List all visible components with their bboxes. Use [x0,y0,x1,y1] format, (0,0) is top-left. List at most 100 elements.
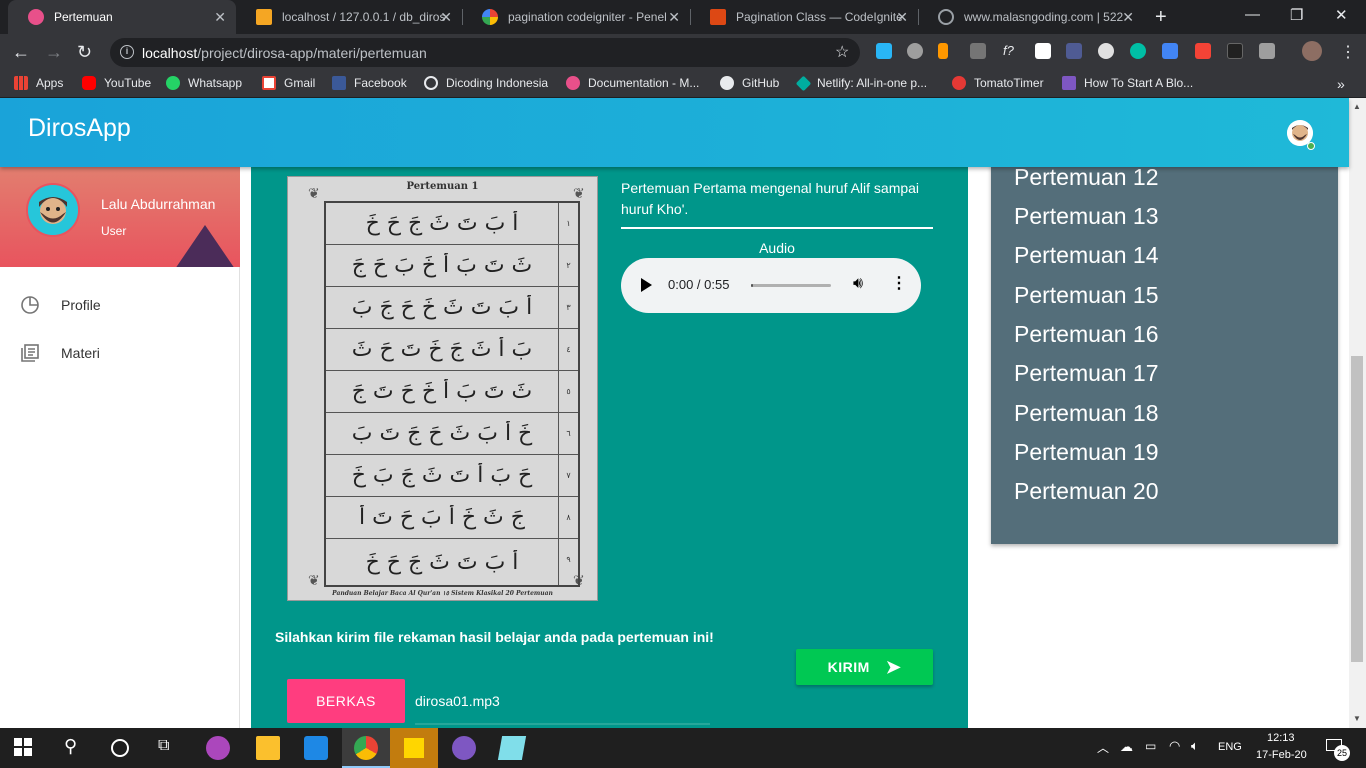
php-extension-icon[interactable] [1066,43,1082,59]
translate-extension-icon[interactable] [1162,43,1178,59]
tomato-icon [952,76,966,90]
play-icon[interactable] [641,278,652,292]
bookmark-apps[interactable]: Apps [14,76,63,90]
wifi-icon[interactable]: ◠ [1169,738,1180,754]
file-path-input[interactable]: dirosa01.mp3 [415,693,500,709]
restore-button[interactable]: ❐ [1290,6,1303,24]
bookmark-facebook[interactable]: Facebook [332,76,407,90]
close-tab-icon[interactable]: ✕ [896,9,908,26]
bookmark-dicoding[interactable]: Dicoding Indonesia [424,76,548,90]
meeting-link-12[interactable]: Pertemuan 12 [1014,164,1158,191]
settings-extension-icon[interactable] [907,43,923,59]
speaker-icon[interactable]: 🔈︎ [1191,738,1199,754]
extension-icon[interactable] [938,43,948,59]
extension-icon[interactable] [1195,43,1211,59]
tab-codeigniter[interactable]: Pagination Class — CodeIgnite ✕ [690,0,918,34]
vscode-icon[interactable] [304,736,328,760]
clock-time[interactable]: 12:13 [1267,732,1295,744]
file-select-button[interactable]: BERKAS [287,679,405,723]
dicoding-icon [424,76,438,90]
bookmark-tomatotimer[interactable]: TomatoTimer [952,76,1044,90]
meeting-link-14[interactable]: Pertemuan 14 [1014,242,1158,269]
bookmark-star-icon[interactable]: ☆ [835,42,849,62]
close-tab-icon[interactable]: ✕ [1122,9,1134,26]
bookmark-github[interactable]: GitHub [720,76,779,90]
chrome-menu-icon[interactable]: ⋮ [1340,42,1356,62]
cortana-icon[interactable] [111,739,129,757]
close-window-button[interactable]: ✕ [1335,6,1348,24]
sidebar-item-profile[interactable]: Profile [20,295,101,315]
new-tab-button[interactable]: + [1155,6,1167,29]
volume-icon[interactable]: 🔊︎ [853,275,863,293]
bookmark-gmail[interactable]: Gmail [262,76,315,90]
audio-time: 0:00 / 0:55 [668,277,730,292]
clock-date[interactable]: 17-Feb-20 [1256,749,1307,761]
meeting-link-19[interactable]: Pertemuan 19 [1014,439,1158,466]
bookmark-whatsapp[interactable]: Whatsapp [166,76,242,90]
tab-phpmyadmin[interactable]: localhost / 127.0.0.1 / db_diros ✕ [236,0,462,34]
show-hidden-icons[interactable]: ︿ [1097,739,1109,756]
onedrive-icon[interactable]: ☁ [1120,739,1133,755]
address-bar[interactable]: i localhost/project/dirosa-app/materi/pe… [110,38,860,67]
task-view-icon[interactable]: ⧉ [158,737,169,755]
reload-button[interactable]: ↻ [77,42,92,63]
bookmark-documentation[interactable]: Documentation - M... [566,76,699,90]
meeting-link-18[interactable]: Pertemuan 18 [1014,400,1158,427]
blog-icon [1062,76,1076,90]
extension-icon[interactable] [1098,43,1114,59]
back-button[interactable]: ← [12,42,30,63]
meeting-link-17[interactable]: Pertemuan 17 [1014,360,1158,387]
tab-pertemuan[interactable]: Pertemuan ✕ [8,0,236,34]
forward-button[interactable]: → [45,42,63,63]
input-language[interactable]: ENG [1218,741,1242,753]
scrollbar-thumb[interactable] [1351,356,1363,662]
file-path-underline [415,723,710,725]
app-brand[interactable]: DirosApp [28,114,131,143]
sidebar-user-avatar[interactable] [26,183,80,237]
tab-malasngoding[interactable]: www.malasngoding.com | 522 ✕ [918,0,1144,34]
more-options-icon[interactable]: ⋮ [891,273,907,293]
send-button[interactable]: KIRIM ➤ [796,649,933,685]
meeting-link-20[interactable]: Pertemuan 20 [1014,478,1158,505]
paint-app-icon[interactable] [206,736,230,760]
sticky-notes-taskbar-button[interactable] [390,728,438,768]
close-tab-icon[interactable]: ✕ [214,9,226,26]
site-info-icon[interactable]: i [120,45,134,59]
close-tab-icon[interactable]: ✕ [668,9,680,26]
extension-icon[interactable] [1130,43,1146,59]
sidebar-item-label: Profile [61,297,101,313]
chrome-taskbar-button[interactable] [342,728,390,768]
github-desktop-icon[interactable] [452,736,476,760]
bookmark-youtube[interactable]: YouTube [82,76,151,90]
bookmark-netlify[interactable]: Netlify: All-in-one p... [795,75,927,91]
tab-google-search[interactable]: pagination codeigniter - Penel ✕ [462,0,690,34]
notes-app-icon[interactable] [497,736,527,760]
search-icon[interactable]: ⚲ [64,736,77,757]
tab-title: pagination codeigniter - Penel [508,10,667,24]
page-scrollbar[interactable]: ▲ ▼ [1349,98,1366,728]
profile-avatar[interactable] [1302,41,1322,61]
action-center-icon[interactable]: 25 [1326,737,1350,761]
meeting-link-16[interactable]: Pertemuan 16 [1014,321,1158,348]
scroll-up-icon[interactable]: ▲ [1353,102,1361,111]
meeting-link-15[interactable]: Pertemuan 15 [1014,282,1158,309]
windows-start-icon[interactable] [14,738,32,756]
extension-icon[interactable] [876,43,892,59]
sidebar-item-materi[interactable]: Materi [20,343,100,363]
file-explorer-icon[interactable] [256,736,280,760]
minimize-button[interactable]: — [1245,6,1260,23]
browser-toolbar: ← → ↻ i localhost/project/dirosa-app/mat… [0,34,1366,70]
close-tab-icon[interactable]: ✕ [440,9,452,26]
bookmark-how-to-start-blog[interactable]: How To Start A Blo... [1062,76,1193,90]
meeting-link-13[interactable]: Pertemuan 13 [1014,203,1158,230]
audio-seek-bar[interactable] [751,284,831,287]
battery-icon[interactable]: ▭ [1145,739,1156,753]
more-bookmarks-icon[interactable]: » [1337,76,1345,92]
scroll-down-icon[interactable]: ▼ [1353,714,1361,723]
drive-extension-icon[interactable] [1259,43,1275,59]
extension-icon[interactable] [1227,43,1243,59]
notification-count-badge: 25 [1334,745,1350,761]
extension-icon[interactable] [1035,43,1051,59]
extension-icon[interactable] [970,43,986,59]
function-extension-icon[interactable]: f? [1003,43,1019,59]
